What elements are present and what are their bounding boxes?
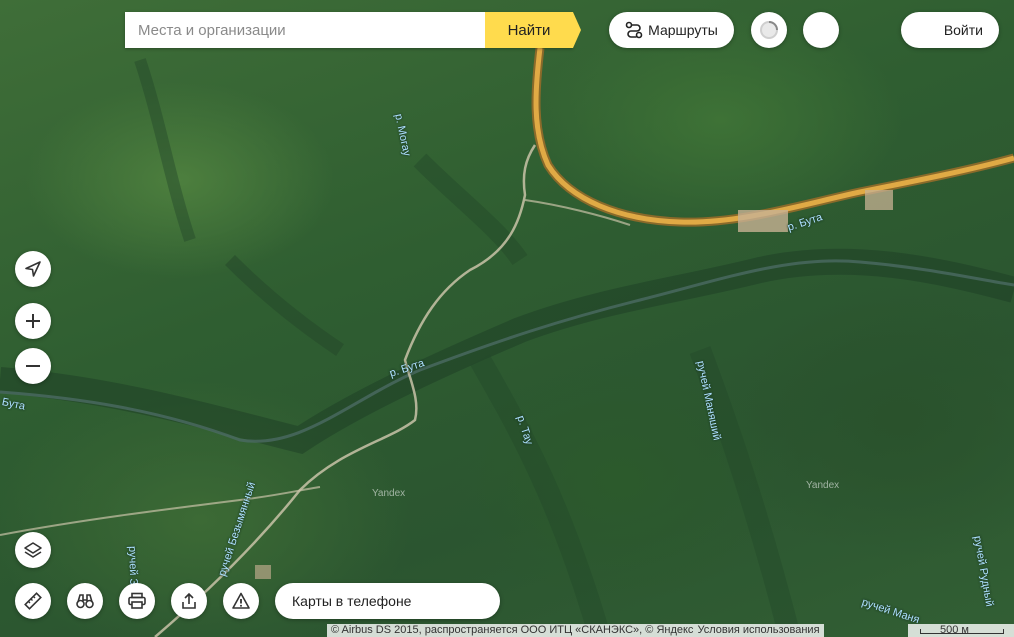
share-button[interactable]: [171, 583, 207, 619]
location-arrow-icon: [25, 261, 41, 277]
minus-icon: [26, 365, 40, 367]
copyright-text: © Airbus DS 2015, распространяется ООО И…: [331, 624, 694, 636]
map-terrain: [0, 47, 1014, 637]
report-button[interactable]: [223, 583, 259, 619]
share-icon: [182, 592, 196, 609]
routes-label: Маршруты: [648, 22, 718, 38]
blank-round-button[interactable]: [803, 12, 839, 48]
spinner-icon: [760, 21, 778, 39]
plus-icon: [26, 314, 40, 328]
scale-bar[interactable]: 500 м: [908, 624, 1014, 637]
login-button[interactable]: Войти: [901, 12, 999, 48]
terms-link[interactable]: Условия использования: [697, 624, 819, 637]
panorama-button[interactable]: [67, 583, 103, 619]
printer-icon: [128, 592, 146, 609]
map-watermark: Yandex: [806, 480, 840, 491]
search-button[interactable]: Найти: [485, 12, 581, 48]
print-button[interactable]: [119, 583, 155, 619]
login-label: Войти: [943, 22, 983, 38]
layers-button[interactable]: [15, 532, 51, 568]
satellite-map[interactable]: р. Могау р. Бута р. Бута Бута р. Тау руч…: [0, 0, 1014, 637]
maps-on-phone-button[interactable]: Карты в телефоне: [275, 583, 500, 619]
my-location-button[interactable]: [15, 251, 51, 287]
scale-label: 500 м: [940, 624, 969, 636]
routes-button[interactable]: Маршруты: [609, 12, 734, 48]
maps-on-phone-label: Карты в телефоне: [292, 593, 412, 609]
zoom-in-button[interactable]: [15, 303, 51, 339]
ruler-icon: [24, 592, 42, 610]
ruler-button[interactable]: [15, 583, 51, 619]
binoculars-icon: [76, 594, 94, 609]
layers-icon: [24, 542, 42, 558]
zoom-out-button[interactable]: [15, 348, 51, 384]
search-input[interactable]: [125, 12, 485, 48]
search-bar: Найти: [125, 12, 581, 48]
loading-button[interactable]: [751, 12, 787, 48]
copyright-bar: © Airbus DS 2015, распространяется ООО И…: [327, 624, 824, 637]
route-icon: [625, 21, 643, 39]
warning-icon: [232, 592, 250, 609]
map-watermark: Yandex: [372, 488, 406, 499]
